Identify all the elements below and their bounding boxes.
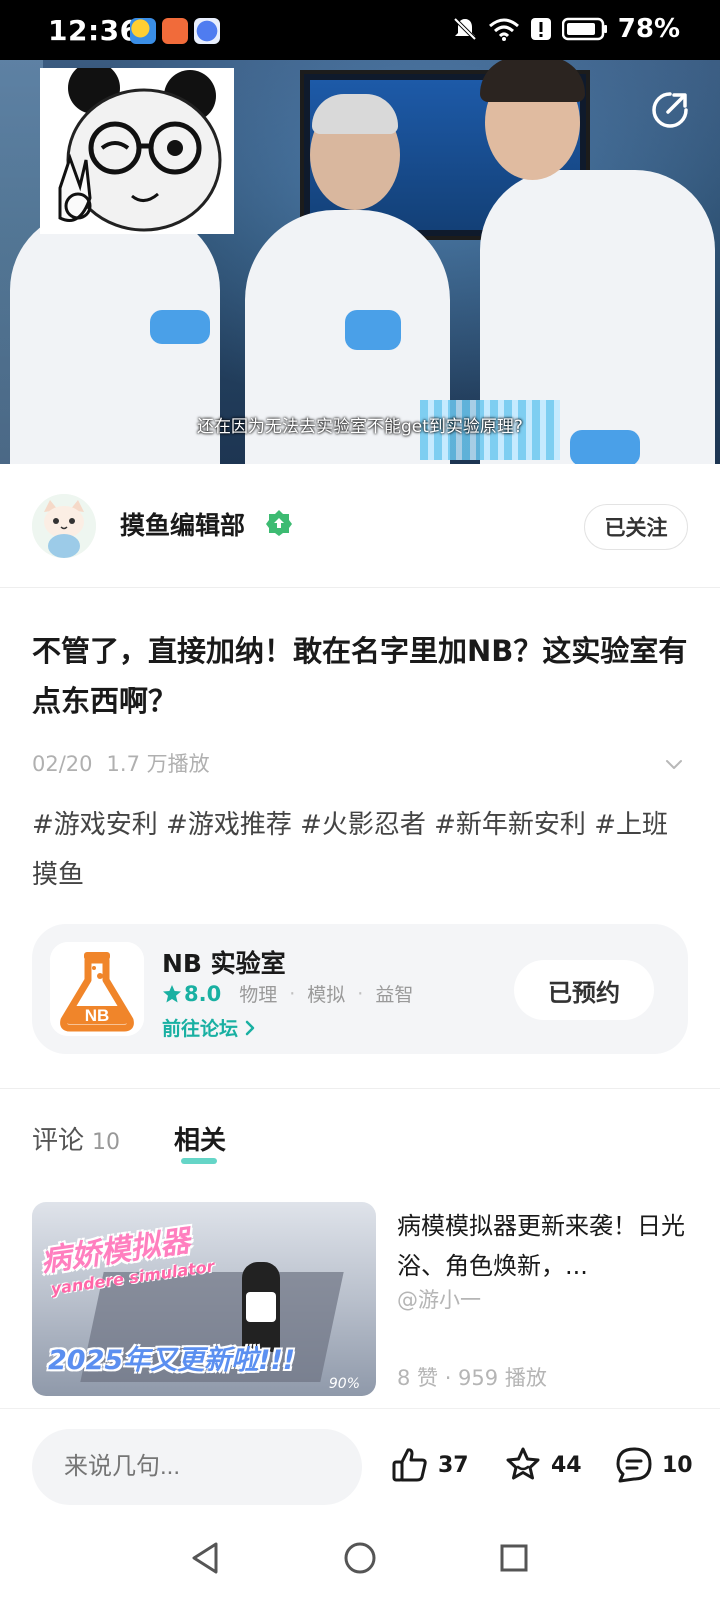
mute-bell-icon	[453, 17, 477, 41]
comment-button[interactable]: 10	[614, 1445, 693, 1485]
post-tags[interactable]: #游戏安利 #游戏推荐 #火影忍者 #新年新安利 #上班摸鱼	[32, 800, 692, 900]
comment-input[interactable]	[32, 1429, 362, 1505]
thumbnail-banner: 2025年又更新啦!!!	[48, 1345, 296, 1376]
related-video-thumbnail[interactable]: 病娇模拟器 yandere simulator 2025年又更新啦!!! 90%	[32, 1202, 376, 1396]
favorite-button[interactable]: 44	[503, 1445, 582, 1485]
thumbnail-percent: 90%	[328, 1376, 360, 1392]
status-bar: 12:36 78%	[0, 0, 720, 60]
status-indicators: 78%	[452, 14, 680, 44]
home-icon[interactable]	[340, 1538, 380, 1578]
favorite-count: 44	[551, 1452, 582, 1478]
comment-bubble-icon	[616, 1447, 652, 1483]
verified-badge-icon	[266, 510, 292, 536]
video-subtitle: 还在因为无法去实验室不能get到实验原理?	[197, 417, 523, 437]
battery-icon	[561, 17, 607, 41]
author-avatar[interactable]	[32, 494, 96, 558]
recent-apps-icon[interactable]	[494, 1538, 534, 1578]
related-video-stats: 8 赞 · 959 播放	[397, 1366, 547, 1390]
tab-related[interactable]: 相关	[174, 1120, 226, 1157]
star-icon	[163, 984, 181, 1002]
app-notification-icon	[130, 18, 156, 44]
status-app-icons	[130, 18, 220, 44]
related-video-item[interactable]: 病娇模拟器 yandere simulator 2025年又更新啦!!! 90%…	[32, 1202, 688, 1396]
wifi-icon	[488, 18, 519, 41]
forum-link[interactable]: 前往论坛	[162, 1014, 258, 1041]
separator-dot: ·	[289, 982, 296, 1005]
separator-dot: ·	[357, 982, 364, 1005]
related-video-author[interactable]: @游小一	[397, 1284, 481, 1314]
video-player[interactable]: 还在因为无法去实验室不能get到实验原理?	[0, 60, 720, 464]
post-title: 不管了，直接加纳！敢在名字里加NB？这实验室有点东西啊？	[32, 634, 688, 718]
app-notification-icon	[162, 18, 188, 44]
like-count: 37	[438, 1452, 469, 1478]
comment-count: 10	[662, 1452, 693, 1478]
status-time: 12:36	[48, 14, 140, 47]
tab-comments-label: 评论	[32, 1126, 85, 1156]
panda-meme-sticker	[40, 68, 234, 234]
like-button[interactable]: 37	[390, 1445, 469, 1485]
post-views: 1.7 万播放	[106, 752, 210, 776]
post-date: 02/20	[32, 752, 93, 776]
bottom-action-bar: 37 44 10	[0, 1408, 720, 1508]
tab-active-indicator	[181, 1158, 217, 1164]
author-row: 摸鱼编辑部 已关注	[0, 464, 720, 588]
game-genre: 模拟	[307, 984, 346, 1006]
game-icon: NB	[50, 942, 144, 1036]
game-genre: 物理	[239, 984, 278, 1006]
game-genre: 益智	[375, 984, 414, 1006]
game-card[interactable]: NB NB 实验室 8.0 物理 · 模拟 · 益智 前往论坛 已预约	[32, 924, 688, 1054]
game-icon-label: NB	[85, 1006, 110, 1025]
video-scientist-head	[310, 94, 400, 210]
post-meta: 02/20 1.7 万播放	[32, 748, 210, 778]
reserve-button[interactable]: 已预约	[514, 960, 654, 1020]
system-nav-bar	[0, 1520, 720, 1600]
follow-button[interactable]: 已关注	[584, 504, 688, 550]
author-name[interactable]: 摸鱼编辑部	[120, 506, 245, 542]
game-rating-value: 8.0	[184, 981, 222, 1006]
battery-percentage: 78%	[617, 14, 680, 44]
thumbs-up-icon	[392, 1448, 427, 1482]
star-outline-icon	[506, 1447, 540, 1480]
alert-icon	[530, 18, 551, 40]
game-name[interactable]: NB 实验室	[162, 944, 286, 980]
game-meta: 8.0 物理 · 模拟 · 益智	[162, 980, 413, 1007]
tab-comments-count: 10	[92, 1130, 121, 1155]
forum-link-label: 前往论坛	[162, 1018, 239, 1040]
related-video-title[interactable]: 病模模拟器更新来袭！日光浴、角色焕新，...	[397, 1206, 687, 1286]
video-scientist-head	[480, 60, 585, 180]
video-glove	[150, 310, 210, 344]
app-notification-icon	[194, 18, 220, 44]
game-rating: 8.0	[162, 982, 221, 1006]
section-divider	[0, 1088, 720, 1089]
video-glove	[345, 310, 401, 350]
back-icon[interactable]	[186, 1538, 226, 1578]
chevron-down-icon[interactable]	[662, 752, 686, 776]
chevron-right-icon	[245, 1020, 255, 1035]
share-icon[interactable]	[648, 88, 692, 132]
tab-comments[interactable]: 评论 10	[32, 1120, 120, 1157]
